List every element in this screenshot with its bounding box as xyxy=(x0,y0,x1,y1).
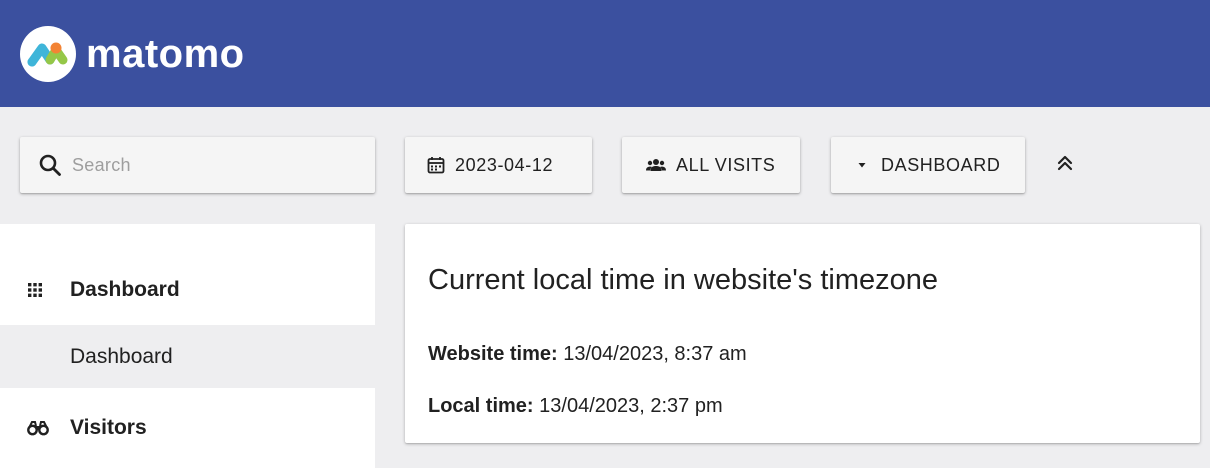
widget-title: Current local time in website's timezone xyxy=(428,264,939,296)
calendar-icon xyxy=(427,156,445,174)
chevrons-up-icon[interactable] xyxy=(1052,150,1078,176)
grid-icon xyxy=(27,282,43,298)
dashboard-label: DASHBOARD xyxy=(881,154,1001,175)
website-time-value: 13/04/2023, 8:37 am xyxy=(563,343,747,365)
local-time-label: Local time: xyxy=(428,395,540,417)
search-icon xyxy=(38,153,62,177)
sidebar-item-dashboard[interactable]: Dashboard xyxy=(0,325,375,388)
sidebar-item-label: Dashboard xyxy=(70,344,173,368)
segment-label: ALL VISITS xyxy=(676,154,776,175)
logo-mark-icon xyxy=(20,26,76,82)
website-time-label: Website time: xyxy=(428,343,564,365)
matomo-logo[interactable]: matomo xyxy=(20,26,245,82)
binoculars-icon xyxy=(27,420,49,436)
sidebar-category-dashboard[interactable]: Dashboard xyxy=(0,259,375,321)
local-time-row: Local time: 13/04/2023, 2:37 pm xyxy=(428,395,723,418)
logo-wordmark: matomo xyxy=(86,32,245,76)
date-selector-button[interactable]: 2023-04-12 xyxy=(405,137,592,193)
website-time-row: Website time: 13/04/2023, 8:37 am xyxy=(428,343,747,366)
users-icon xyxy=(646,158,666,172)
dashboard-selector-button[interactable]: DASHBOARD xyxy=(831,137,1025,193)
local-time-value: 13/04/2023, 2:37 pm xyxy=(539,395,723,417)
search-placeholder: Search xyxy=(72,154,131,175)
top-header: matomo xyxy=(0,0,1210,107)
segment-selector-button[interactable]: ALL VISITS xyxy=(622,137,800,193)
sidebar-menu: Dashboard Dashboard Visitors xyxy=(0,224,375,468)
sidebar-category-visitors[interactable]: Visitors xyxy=(0,397,375,459)
sidebar-category-label: Dashboard xyxy=(70,278,180,301)
search-input[interactable]: Search xyxy=(20,137,375,193)
date-label: 2023-04-12 xyxy=(455,154,554,175)
caret-down-icon xyxy=(857,161,867,169)
local-time-widget: Current local time in website's timezone… xyxy=(405,224,1200,443)
sidebar-category-label: Visitors xyxy=(70,416,147,439)
